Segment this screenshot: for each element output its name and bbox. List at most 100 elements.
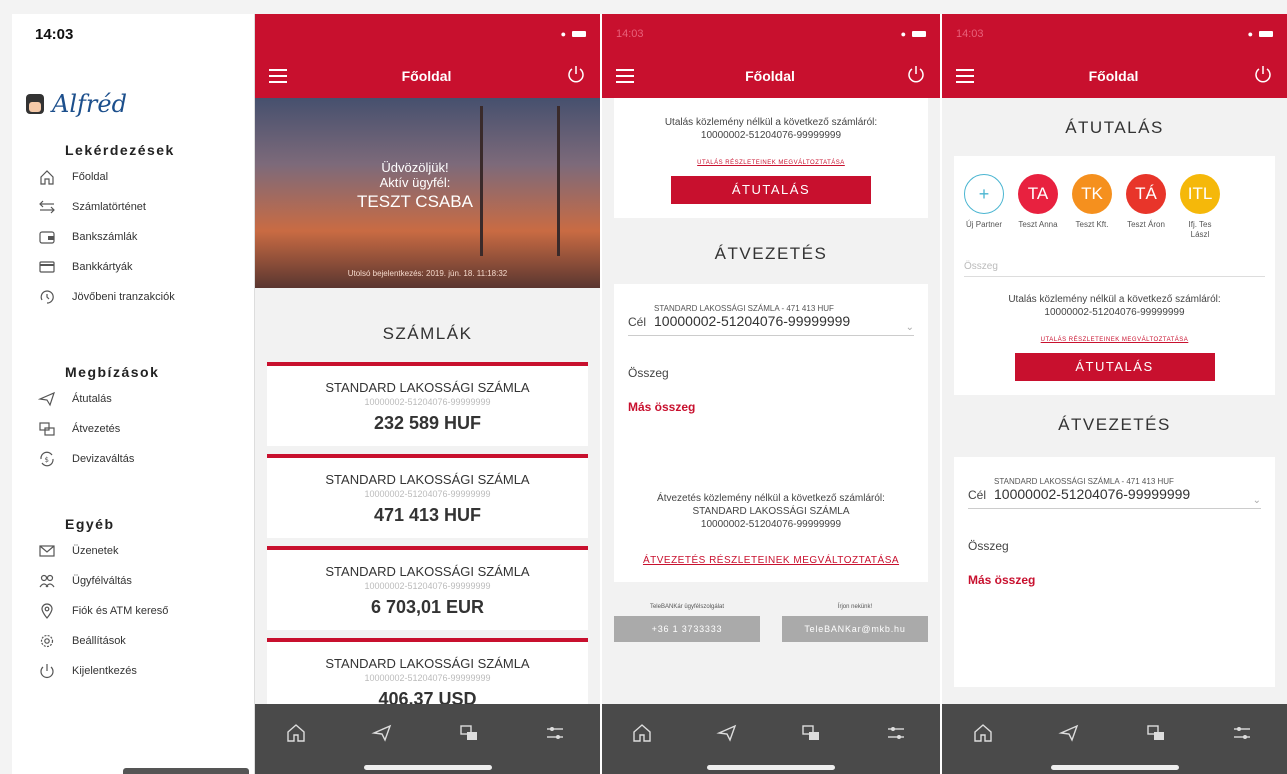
sidebar-section-title: Egyéb xyxy=(65,516,115,532)
target-account-select[interactable]: Cél STANDARD LAKOSSÁGI SZÁMLA - 471 413 … xyxy=(968,477,1261,510)
hamburger-menu-icon[interactable] xyxy=(269,69,287,83)
helpline-phone-button[interactable]: +36 1 3733333 xyxy=(614,616,760,642)
tab-move-icon[interactable] xyxy=(1145,722,1171,748)
new-partner-button[interactable]: + Új Partner xyxy=(964,174,1004,239)
sidebar-item[interactable]: Átvezetés xyxy=(36,414,246,444)
page-title: Főoldal xyxy=(1088,68,1139,84)
sidebar-item[interactable]: Beállítások xyxy=(36,626,246,656)
partner-avatar: TK xyxy=(1072,174,1112,214)
partner-list: + Új Partner TA Teszt Anna TK Teszt Kft. TÁ Tes… xyxy=(954,156,1275,239)
email-button[interactable]: TeleBANKar@mkb.hu xyxy=(782,616,928,642)
sidebar-item-label: Főoldal xyxy=(72,171,109,183)
target-label: Cél xyxy=(628,315,647,329)
account-name: STANDARD LAKOSSÁGI SZÁMLA xyxy=(325,564,530,579)
app-frame: 14:03 Alfréd Lekérdezések Főoldal Számlatö… xyxy=(12,14,1287,774)
sidebar-item[interactable]: Üzenetek xyxy=(36,536,246,566)
sidebar-section-title: Megbízások xyxy=(65,364,160,380)
amount-label: Összeg xyxy=(968,539,1009,554)
sidebar-item-label: Bankkártyák xyxy=(72,261,133,273)
home-indicator xyxy=(1050,765,1179,770)
move-card: Cél STANDARD LAKOSSÁGI SZÁMLA - 471 413 … xyxy=(614,284,928,582)
target-account-name: STANDARD LAKOSSÁGI SZÁMLA - 471 413 HUF xyxy=(994,477,1174,487)
transfer-button[interactable]: ÁTUTALÁS xyxy=(671,176,871,204)
tab-settings-sliders-icon[interactable] xyxy=(544,722,570,748)
target-account-select[interactable]: Cél STANDARD LAKOSSÁGI SZÁMLA - 471 413 … xyxy=(628,304,914,336)
other-amount-option[interactable]: Más összeg xyxy=(968,573,1261,587)
logout-power-icon[interactable] xyxy=(1253,64,1273,89)
partner-item[interactable]: TA Teszt Anna xyxy=(1018,174,1058,239)
sidebar-item[interactable]: Bankkártyák xyxy=(36,252,246,282)
logout-power-icon[interactable] xyxy=(906,64,926,89)
sidebar-item[interactable]: Számlatörténet xyxy=(36,192,246,222)
sidebar-item-label: Jövőbeni tranzakciók xyxy=(72,291,175,303)
contact-row: TeleBANKár ügyfélszolgálat +36 1 3733333… xyxy=(602,604,940,642)
partner-item[interactable]: TÁ Teszt Áron xyxy=(1126,174,1166,239)
account-balance: 6 703,01 EUR xyxy=(370,597,485,617)
sidebar-item-label: Üzenetek xyxy=(72,545,119,557)
phone-home: ● Főoldal Üdvözöljük! Aktív ügyfél: TESZ… xyxy=(255,14,600,774)
wifi-icon: ● xyxy=(1247,29,1253,39)
home-indicator xyxy=(123,768,249,774)
tab-home-icon[interactable] xyxy=(285,722,311,748)
avatar-icon xyxy=(26,94,44,114)
mail-icon xyxy=(36,542,58,560)
welcome-banner: Üdvözöljük! Aktív ügyfél: TESZT CSABA Ut… xyxy=(255,98,600,288)
credit-card-icon xyxy=(36,258,58,276)
transfer-account: 10000002-51204076-99999999 xyxy=(1044,307,1185,319)
transfer-button[interactable]: ÁTUTALÁS xyxy=(1014,353,1215,382)
hamburger-menu-icon[interactable] xyxy=(956,69,974,83)
partner-item[interactable]: TK Teszt Kft. xyxy=(1072,174,1112,239)
account-card[interactable]: STANDARD LAKOSSÁGI SZÁMLA 10000002-512040… xyxy=(267,546,588,630)
other-amount-option[interactable]: Más összeg xyxy=(628,400,914,414)
move-details-link[interactable]: ÁTVEZETÉS RÉSZLETEINEK MEGVÁLTOZTATÁSA xyxy=(628,555,914,566)
power-icon xyxy=(36,662,58,680)
move-section-title: ÁTVEZETÉS xyxy=(714,244,828,263)
sidebar-item[interactable]: Kijelentkezés xyxy=(36,656,246,686)
logout-power-icon[interactable] xyxy=(566,64,586,89)
transfer-card: + Új Partner TA Teszt Anna TK Teszt Kft. TÁ Tes… xyxy=(954,156,1275,396)
account-card[interactable]: STANDARD LAKOSSÁGI SZÁMLA 10000002-512040… xyxy=(267,362,588,446)
tab-bar xyxy=(602,704,940,774)
tab-move-icon[interactable] xyxy=(458,722,484,748)
move-account-number: 10000002-51204076-99999999 xyxy=(700,519,842,530)
tab-home-icon[interactable] xyxy=(972,722,998,748)
tab-send-icon[interactable] xyxy=(371,722,397,748)
sidebar-item[interactable]: Főoldal xyxy=(36,162,246,192)
battery-icon xyxy=(912,31,926,37)
tab-settings-sliders-icon[interactable] xyxy=(1231,722,1257,748)
sidebar-item[interactable]: Jövőbeni tranzakciók xyxy=(36,282,246,312)
sidebar-item[interactable]: $ Devizaváltás xyxy=(36,444,246,474)
status-bar: ● xyxy=(255,14,600,54)
page-title: Főoldal xyxy=(745,68,795,84)
status-bar: 14:03 ● xyxy=(942,14,1287,54)
sidebar-item-label: Bankszámlák xyxy=(72,231,138,243)
tab-settings-sliders-icon[interactable] xyxy=(885,722,911,748)
transfer-details-link[interactable]: UTALÁS RÉSZLETEINEK MEGVÁLTOZTATÁSA xyxy=(614,160,928,166)
status-time: 14:03 xyxy=(956,28,984,40)
sidebar-item-label: Beállítások xyxy=(72,635,126,647)
sidebar-item[interactable]: Bankszámlák xyxy=(36,222,246,252)
hamburger-menu-icon[interactable] xyxy=(616,69,634,83)
sidebar-item[interactable]: Átutalás xyxy=(36,384,246,414)
app-logo: Alfréd xyxy=(26,90,127,118)
tab-send-icon[interactable] xyxy=(716,722,742,748)
partner-item[interactable]: ITL Ifj. Tes Lászl xyxy=(1180,174,1220,239)
tab-home-icon[interactable] xyxy=(631,722,657,748)
target-account-name: STANDARD LAKOSSÁGI SZÁMLA - 471 413 HUF xyxy=(654,304,834,313)
account-card[interactable]: STANDARD LAKOSSÁGI SZÁMLA 10000002-512040… xyxy=(267,454,588,538)
home-indicator xyxy=(707,765,835,770)
tab-move-icon[interactable] xyxy=(800,722,826,748)
amount-input[interactable]: Összeg xyxy=(964,261,1265,278)
home-icon xyxy=(36,168,58,186)
move-section-title: ÁTVEZETÉS xyxy=(1058,415,1171,435)
sidebar-item-label: Devizaváltás xyxy=(72,453,135,465)
sidebar-item[interactable]: Fiók és ATM kereső xyxy=(36,596,246,626)
last-login: Utolsó bejelentkezés: 2019. jún. 18. 11:… xyxy=(347,269,508,278)
chevron-down-icon: ⌄ xyxy=(1252,495,1261,507)
sidebar-section: Megbízások Átutalás Átvezetés $ Devizaváltás xyxy=(36,364,246,474)
account-number: 10000002-51204076-99999999 xyxy=(364,673,491,683)
transfer-details-link[interactable]: UTALÁS RÉSZLETEINEK MEGVÁLTOZTATÁSA xyxy=(954,337,1275,343)
sidebar-section: Lekérdezések Főoldal Számlatörténet Bankszá… xyxy=(36,142,246,312)
sidebar-item[interactable]: Ügyfélváltás xyxy=(36,566,246,596)
tab-send-icon[interactable] xyxy=(1058,722,1084,748)
